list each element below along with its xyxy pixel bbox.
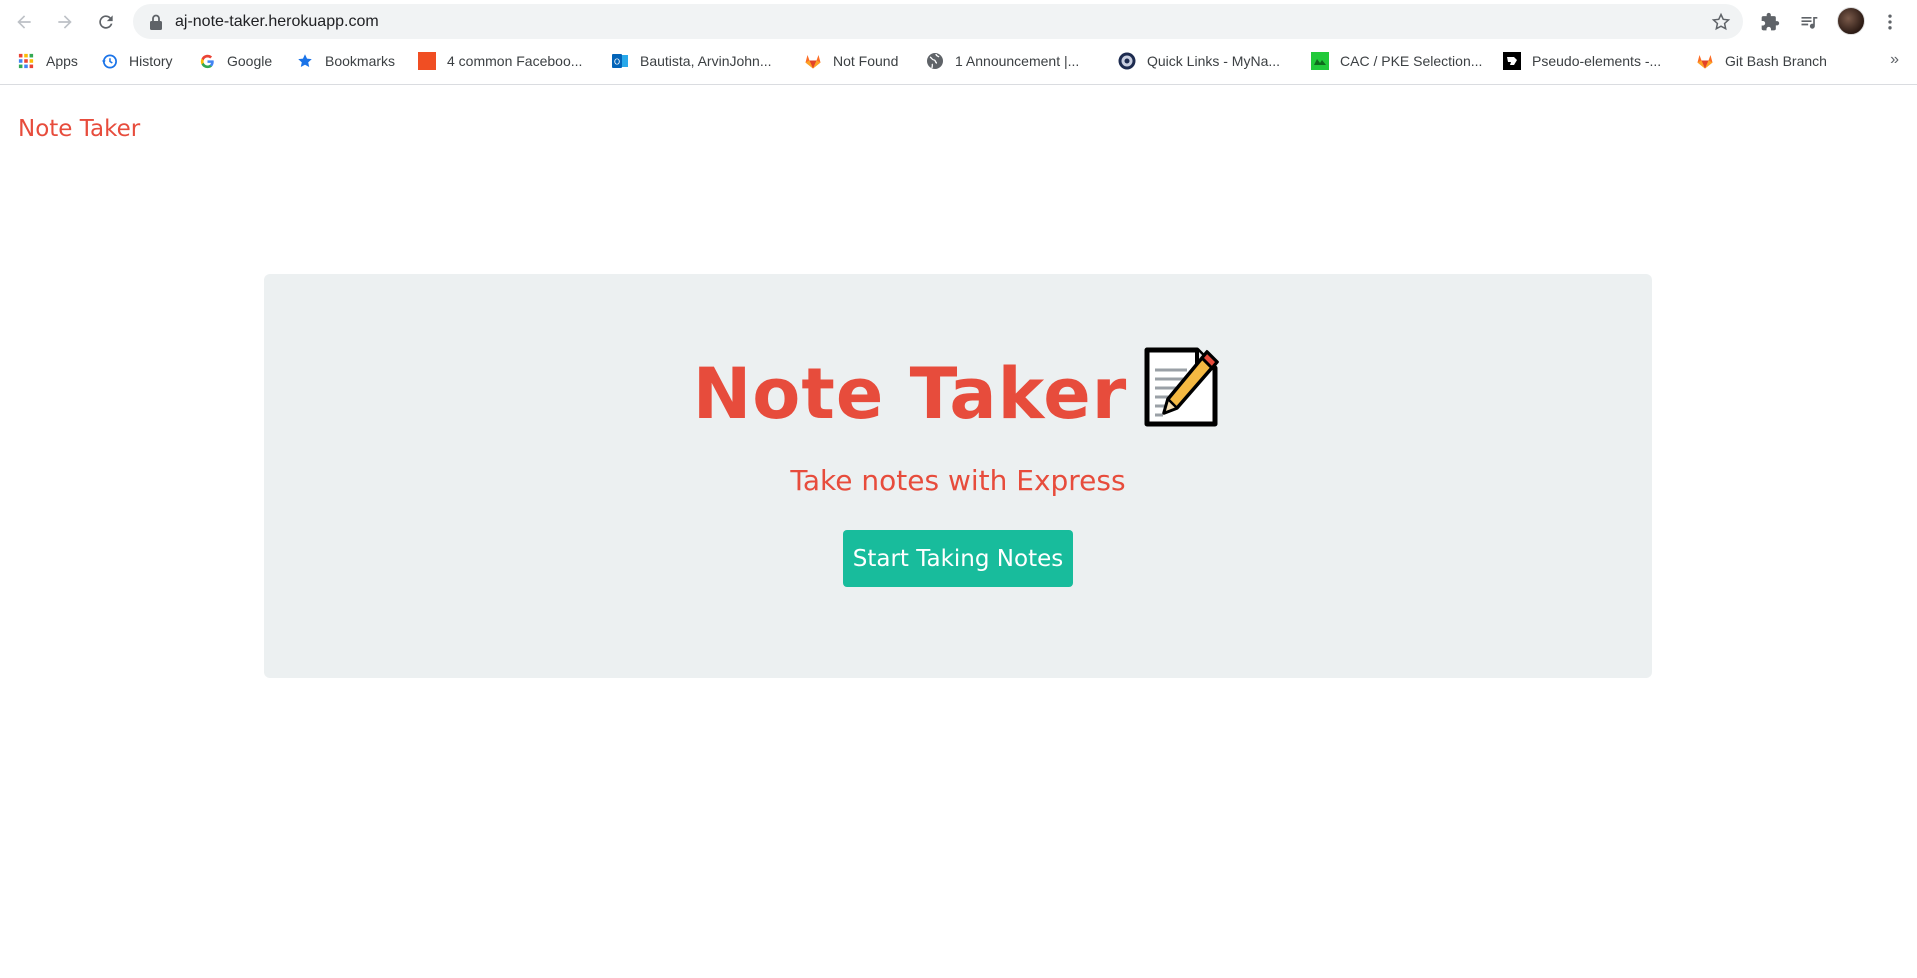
bookmark-label: Pseudo-elements -...	[1532, 53, 1662, 69]
bookmark-label: Not Found	[833, 53, 899, 69]
back-button[interactable]	[10, 8, 38, 36]
bookmark-label: History	[129, 53, 173, 69]
address-bar[interactable]: aj-note-taker.herokuapp.com	[133, 4, 1743, 39]
jumbotron: Note Taker Take notes with Express Start…	[264, 274, 1652, 678]
bookmark-label: 1 Announcement |...	[955, 53, 1080, 69]
hero-title: Note Taker	[264, 346, 1652, 435]
bookmark-label: 4 common Faceboo...	[447, 53, 583, 69]
media-queue-icon[interactable]	[1797, 10, 1821, 34]
google-icon	[198, 52, 216, 70]
bookmark-facebook-article[interactable]: 4 common Faceboo...	[418, 43, 582, 79]
svg-text:O: O	[614, 58, 620, 67]
bookmarks-bar: Apps History Google Bookmarks 4 common F…	[0, 43, 1917, 85]
page-content: Note Taker Note Taker Take notes with Ex…	[0, 86, 1917, 978]
bookmark-star-icon[interactable]	[1711, 12, 1731, 32]
navbar-brand[interactable]: Note Taker	[18, 116, 140, 142]
browser-toolbar: aj-note-taker.herokuapp.com	[0, 0, 1917, 43]
bookmark-label: Git Bash Branch	[1725, 53, 1827, 69]
bookmark-cac-pke[interactable]: CAC / PKE Selection...	[1311, 43, 1482, 79]
green-square-icon	[1311, 52, 1329, 70]
bookmark-history[interactable]: History	[100, 43, 173, 79]
gitlab-icon	[1696, 52, 1714, 70]
memo-icon	[1144, 347, 1220, 427]
hero-title-text: Note Taker	[692, 353, 1128, 435]
bookmark-google[interactable]: Google	[198, 43, 272, 79]
menu-kebab-icon[interactable]	[1878, 10, 1902, 34]
seal-icon	[1118, 52, 1136, 70]
bookmark-announcement[interactable]: 1 Announcement |...	[926, 43, 1079, 79]
bookmark-label: Apps	[46, 53, 78, 69]
star-icon	[296, 52, 314, 70]
lock-icon	[150, 14, 162, 30]
bookmark-label: CAC / PKE Selection...	[1340, 53, 1483, 69]
black-square-icon	[1503, 52, 1521, 70]
extensions-icon[interactable]	[1758, 10, 1782, 34]
start-taking-notes-button[interactable]: Start Taking Notes	[843, 530, 1073, 587]
bookmark-label: Quick Links - MyNa...	[1147, 53, 1281, 69]
gitlab-icon	[804, 52, 822, 70]
bookmark-quick-links[interactable]: Quick Links - MyNa...	[1118, 43, 1280, 79]
bookmark-apps[interactable]: Apps	[17, 43, 78, 79]
reload-button[interactable]	[92, 8, 120, 36]
bookmark-not-found[interactable]: Not Found	[804, 43, 898, 79]
bookmark-outlook[interactable]: O Bautista, ArvinJohn...	[611, 43, 772, 79]
bookmark-label: Bookmarks	[325, 53, 396, 69]
orange-square-icon	[418, 52, 436, 70]
bookmark-label: Bautista, ArvinJohn...	[640, 53, 772, 69]
bookmark-label: Google	[227, 53, 273, 69]
bookmarks-overflow-chevron[interactable]: »	[1890, 51, 1899, 69]
hero-subtitle: Take notes with Express	[790, 464, 1126, 497]
bookmark-git-bash[interactable]: Git Bash Branch	[1696, 43, 1827, 79]
globe-icon	[926, 52, 944, 70]
apps-grid-icon	[17, 52, 35, 70]
outlook-icon: O	[611, 52, 629, 70]
back-arrow-icon	[17, 15, 31, 29]
forward-arrow-icon	[58, 15, 72, 29]
profile-avatar[interactable]	[1837, 7, 1865, 35]
bookmark-bookmarks[interactable]: Bookmarks	[296, 43, 395, 79]
history-icon	[100, 52, 118, 70]
reload-icon	[99, 15, 113, 29]
forward-button[interactable]	[51, 8, 79, 36]
url-text: aj-note-taker.herokuapp.com	[175, 13, 379, 30]
bookmark-pseudo-elements[interactable]: Pseudo-elements -...	[1503, 43, 1661, 79]
